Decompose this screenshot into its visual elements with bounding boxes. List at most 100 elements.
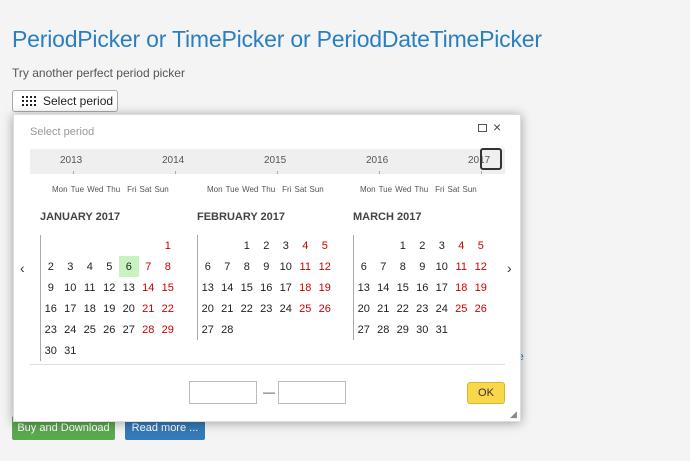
day-cell[interactable]: 21 xyxy=(218,298,238,319)
day-cell[interactable]: 20 xyxy=(119,298,139,319)
year-label[interactable]: 2016 xyxy=(366,155,388,166)
day-cell[interactable]: 27 xyxy=(198,319,218,340)
day-cell[interactable]: 11 xyxy=(80,277,100,298)
day-cell[interactable]: 30 xyxy=(41,340,61,361)
day-cell[interactable]: 6 xyxy=(354,256,374,277)
day-cell[interactable]: 24 xyxy=(432,298,452,319)
day-cell[interactable]: 15 xyxy=(237,277,257,298)
day-cell[interactable]: 3 xyxy=(432,235,452,256)
time-to-input[interactable] xyxy=(278,381,346,404)
day-cell[interactable]: 7 xyxy=(218,256,238,277)
day-cell[interactable]: 12 xyxy=(315,256,335,277)
day-cell[interactable]: 23 xyxy=(257,298,277,319)
day-cell[interactable]: 11 xyxy=(452,256,472,277)
day-cell[interactable]: 3 xyxy=(61,256,81,277)
day-cell[interactable]: 4 xyxy=(296,235,316,256)
day-cell[interactable]: 17 xyxy=(276,277,296,298)
year-label[interactable]: 2014 xyxy=(162,155,184,166)
day-cell[interactable]: 2 xyxy=(257,235,277,256)
ok-button[interactable]: OK xyxy=(467,382,505,404)
day-cell[interactable]: 7 xyxy=(139,256,159,277)
day-cell[interactable]: 16 xyxy=(257,277,277,298)
day-cell[interactable]: 25 xyxy=(296,298,316,319)
day-cell[interactable]: 26 xyxy=(315,298,335,319)
day-cell[interactable]: 10 xyxy=(61,277,81,298)
day-cell[interactable]: 21 xyxy=(139,298,159,319)
day-cell[interactable]: 31 xyxy=(432,319,452,340)
day-cell[interactable]: 17 xyxy=(61,298,81,319)
day-cell[interactable]: 13 xyxy=(354,277,374,298)
day-cell[interactable]: 12 xyxy=(471,256,491,277)
time-from-input[interactable] xyxy=(189,381,257,404)
day-cell[interactable]: 24 xyxy=(276,298,296,319)
day-cell[interactable]: 20 xyxy=(198,298,218,319)
day-cell[interactable]: 25 xyxy=(80,319,100,340)
day-cell[interactable]: 16 xyxy=(41,298,61,319)
day-cell[interactable]: 27 xyxy=(354,319,374,340)
day-cell[interactable]: 19 xyxy=(471,277,491,298)
day-cell[interactable]: 5 xyxy=(100,256,120,277)
day-cell[interactable]: 14 xyxy=(139,277,159,298)
day-cell[interactable]: 21 xyxy=(374,298,394,319)
day-cell[interactable]: 5 xyxy=(471,235,491,256)
day-cell[interactable]: 25 xyxy=(452,298,472,319)
day-cell[interactable]: 20 xyxy=(354,298,374,319)
day-cell[interactable]: 11 xyxy=(296,256,316,277)
day-cell[interactable]: 9 xyxy=(413,256,433,277)
day-cell[interactable]: 23 xyxy=(413,298,433,319)
day-cell[interactable]: 2 xyxy=(41,256,61,277)
day-cell[interactable]: 14 xyxy=(218,277,238,298)
close-icon[interactable]: × xyxy=(493,120,501,134)
day-cell[interactable]: 10 xyxy=(276,256,296,277)
day-cell[interactable]: 28 xyxy=(374,319,394,340)
select-period-button[interactable]: Select period xyxy=(12,90,118,112)
day-cell[interactable]: 15 xyxy=(393,277,413,298)
day-cell[interactable]: 7 xyxy=(374,256,394,277)
day-cell[interactable]: 28 xyxy=(139,319,159,340)
maximize-icon[interactable] xyxy=(478,124,487,132)
day-cell[interactable]: 26 xyxy=(471,298,491,319)
day-cell[interactable]: 14 xyxy=(374,277,394,298)
day-cell[interactable]: 24 xyxy=(61,319,81,340)
day-cell[interactable]: 17 xyxy=(432,277,452,298)
day-cell[interactable]: 4 xyxy=(80,256,100,277)
year-label[interactable]: 2013 xyxy=(60,155,82,166)
day-cell[interactable]: 29 xyxy=(393,319,413,340)
day-cell[interactable]: 27 xyxy=(119,319,139,340)
day-cell[interactable]: 29 xyxy=(158,319,178,340)
day-cell[interactable]: 26 xyxy=(100,319,120,340)
day-cell[interactable]: 8 xyxy=(158,256,178,277)
day-cell[interactable]: 1 xyxy=(237,235,257,256)
day-cell[interactable]: 30 xyxy=(413,319,433,340)
day-cell[interactable]: 8 xyxy=(393,256,413,277)
day-cell[interactable]: 5 xyxy=(315,235,335,256)
next-month-arrow[interactable]: › xyxy=(507,260,512,276)
day-cell[interactable]: 22 xyxy=(393,298,413,319)
day-cell[interactable]: 6 xyxy=(198,256,218,277)
day-cell[interactable]: 9 xyxy=(41,277,61,298)
day-cell[interactable]: 18 xyxy=(452,277,472,298)
day-cell[interactable]: 23 xyxy=(41,319,61,340)
day-cell[interactable]: 19 xyxy=(100,298,120,319)
day-cell[interactable]: 3 xyxy=(276,235,296,256)
day-cell[interactable]: 9 xyxy=(257,256,277,277)
day-cell[interactable]: 22 xyxy=(158,298,178,319)
year-timeline[interactable]: 2013 2014 2015 2016 2017 xyxy=(30,149,505,174)
day-cell[interactable]: 13 xyxy=(119,277,139,298)
resize-handle-icon[interactable]: ◢ xyxy=(510,409,517,420)
day-cell[interactable]: 10 xyxy=(432,256,452,277)
day-cell[interactable]: 22 xyxy=(237,298,257,319)
day-cell[interactable]: 2 xyxy=(413,235,433,256)
day-cell[interactable]: 28 xyxy=(218,319,238,340)
day-cell[interactable]: 8 xyxy=(237,256,257,277)
year-label[interactable]: 2015 xyxy=(264,155,286,166)
day-cell[interactable]: 13 xyxy=(198,277,218,298)
day-cell[interactable]: 4 xyxy=(452,235,472,256)
day-cell[interactable]: 18 xyxy=(296,277,316,298)
day-cell[interactable]: 15 xyxy=(158,277,178,298)
timeline-range-handle[interactable] xyxy=(480,148,502,170)
day-cell[interactable]: 16 xyxy=(413,277,433,298)
day-cell[interactable]: 12 xyxy=(100,277,120,298)
day-cell[interactable]: 18 xyxy=(80,298,100,319)
day-cell[interactable]: 6 xyxy=(119,256,139,277)
